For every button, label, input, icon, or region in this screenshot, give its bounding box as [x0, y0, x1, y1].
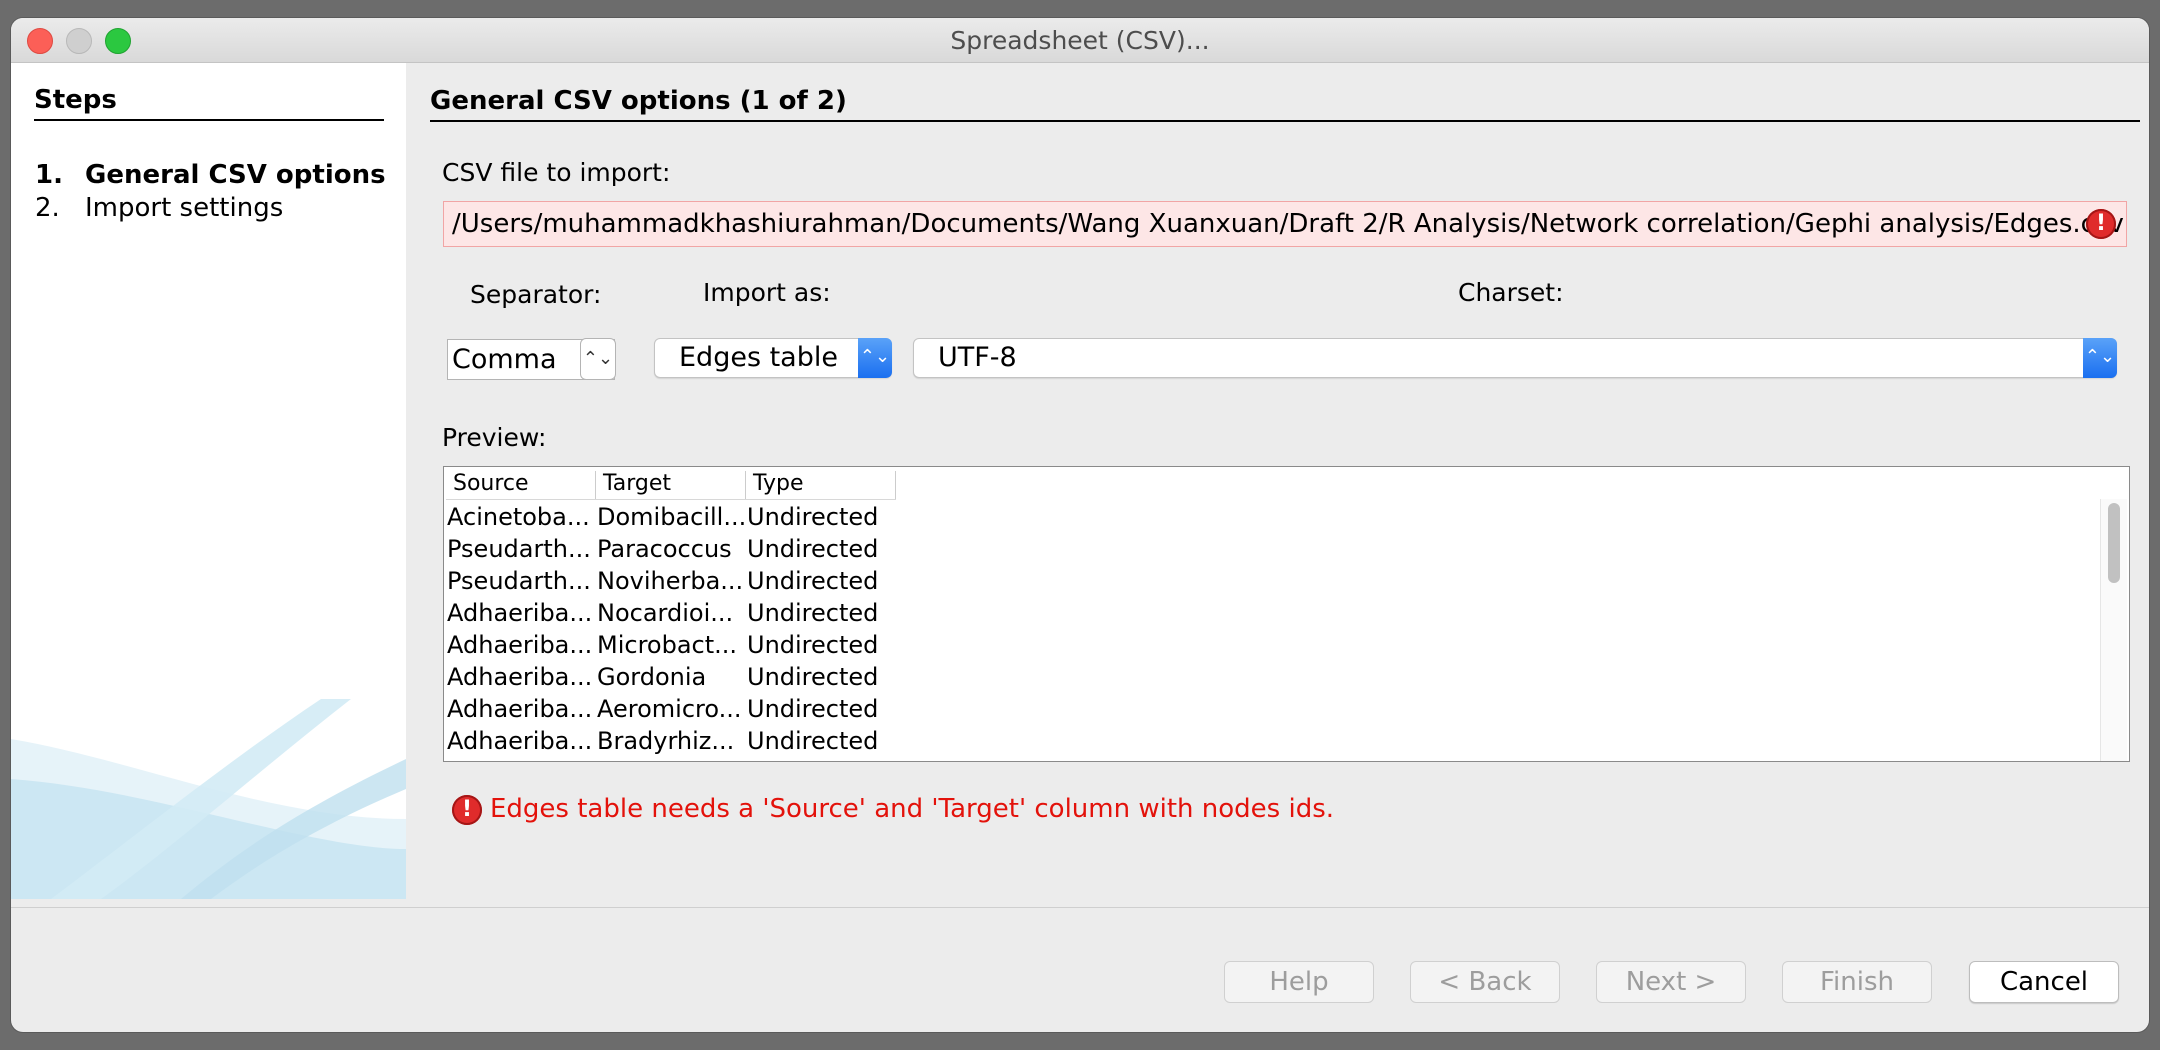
cancel-button[interactable]: Cancel: [1969, 961, 2119, 1003]
cell-source: Adhaeriba...: [447, 631, 593, 659]
next-button[interactable]: Next >: [1596, 961, 1746, 1003]
import-dialog: Spreadsheet (CSV)... Steps 1. General CSV…: [11, 18, 2149, 1032]
csv-file-path-field[interactable]: /Users/muhammadkhashiurahman/Documents/W…: [443, 201, 2127, 247]
separator-stepper-icon[interactable]: ⌃⌄: [580, 338, 616, 380]
cell-target: Noviherba...: [597, 567, 744, 595]
import-as-value: Edges table: [679, 342, 838, 373]
cell-target: Aeromicro...: [597, 695, 742, 723]
steps-heading: Steps: [34, 85, 384, 121]
cell-target: Bradyrhiz...: [597, 727, 735, 755]
charset-value: UTF-8: [938, 342, 1017, 373]
help-button[interactable]: Help: [1224, 961, 1374, 1003]
charset-label: Charset:: [1458, 278, 1564, 307]
cell-target: Paracoccus: [597, 535, 732, 563]
column-header-target[interactable]: Target: [596, 471, 746, 499]
error-icon: !: [2086, 209, 2116, 239]
cell-source: Adhaeriba...: [447, 599, 593, 627]
decorative-swoosh-graphic: [11, 699, 406, 899]
validation-error: ! Edges table needs a 'Source' and 'Targe…: [452, 794, 1334, 825]
cell-source: Pseudarth...: [447, 535, 591, 563]
page-title: General CSV options (1 of 2): [430, 86, 2140, 122]
cell-type: Undirected: [747, 567, 879, 595]
window-title: Spreadsheet (CSV)...: [950, 26, 1210, 55]
cell-type: Undirected: [747, 599, 879, 627]
error-icon: !: [452, 794, 482, 825]
back-button[interactable]: < Back: [1410, 961, 1560, 1003]
header-divider: [446, 499, 896, 500]
step-label: General CSV options: [85, 160, 386, 190]
step-item-general-csv-options[interactable]: 1. General CSV options: [35, 160, 386, 190]
column-header-source[interactable]: Source: [446, 471, 596, 499]
error-message: Edges table needs a 'Source' and 'Target…: [490, 794, 1335, 824]
separator-label: Separator:: [470, 280, 602, 309]
charset-select[interactable]: UTF-8 ⌃⌄: [913, 338, 2117, 378]
cell-type: Undirected: [747, 535, 879, 563]
title-bar: Spreadsheet (CSV)...: [11, 18, 2149, 63]
column-header-type[interactable]: Type: [746, 471, 896, 499]
import-as-select[interactable]: Edges table ⌃⌄: [654, 338, 892, 378]
import-as-label: Import as:: [703, 278, 831, 307]
step-label: Import settings: [85, 193, 284, 223]
step-number: 2.: [35, 193, 60, 223]
preview-table[interactable]: Source Target Type Acinetoba... Domibacil…: [443, 466, 2130, 762]
finish-button[interactable]: Finish: [1782, 961, 1932, 1003]
cell-target: Gordonia: [597, 663, 707, 691]
cell-source: Pseudarth...: [447, 567, 591, 595]
step-item-import-settings[interactable]: 2. Import settings: [35, 193, 283, 223]
cell-source: Adhaeriba...: [447, 727, 593, 755]
preview-label: Preview:: [442, 423, 547, 452]
footer-divider: [11, 907, 2149, 908]
cell-target: Nocardioi...: [597, 599, 734, 627]
cell-source: Acinetoba...: [447, 503, 590, 531]
separator-value: Comma: [452, 344, 557, 375]
preview-scrollbar[interactable]: [2100, 499, 2127, 761]
cell-type: Undirected: [747, 695, 879, 723]
cell-source: Adhaeriba...: [447, 695, 593, 723]
steps-panel: Steps 1. General CSV options 2. Import set…: [11, 63, 406, 899]
cell-type: Undirected: [747, 631, 879, 659]
chevron-updown-icon: ⌃⌄: [858, 338, 892, 378]
cell-type: Undirected: [747, 663, 879, 691]
csv-file-path: /Users/muhammadkhashiurahman/Documents/W…: [452, 209, 2124, 239]
cell-type: Undirected: [747, 503, 879, 531]
cell-source: Adhaeriba...: [447, 663, 593, 691]
cell-target: Microbact...: [597, 631, 738, 659]
csv-file-label: CSV file to import:: [442, 158, 671, 187]
cell-type: Undirected: [747, 727, 879, 755]
cell-target: Domibacill...: [597, 503, 747, 531]
step-number: 1.: [35, 160, 63, 190]
scroll-thumb[interactable]: [2108, 503, 2120, 583]
chevron-updown-icon: ⌃⌄: [2083, 338, 2117, 378]
